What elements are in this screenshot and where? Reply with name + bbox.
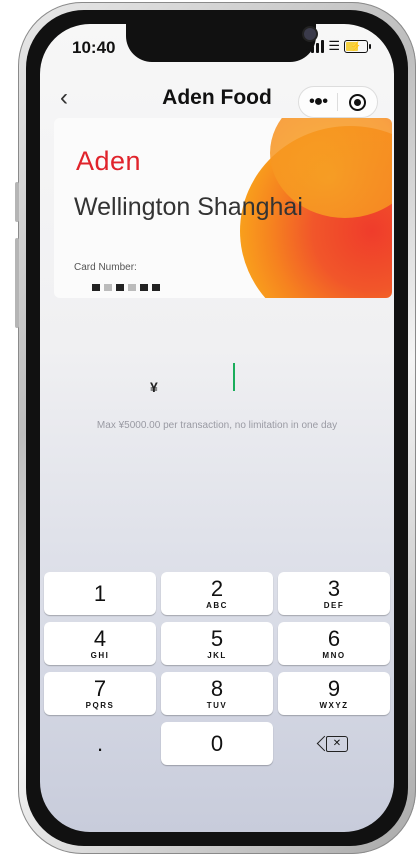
keypad-key-9[interactable]: 9 WXYZ [278,672,390,715]
key-digit: . [96,730,104,756]
signal-icon [306,39,325,53]
more-dots-icon[interactable]: •●• [299,93,337,111]
wifi-icon: ☰ [328,38,340,53]
keypad-key-5[interactable]: 5 JKL [161,622,273,665]
currency-symbol: ¥ [150,379,158,395]
payment-card: Aden Wellington Shanghai Card Number: [54,118,392,298]
key-letters: JKL [207,650,227,660]
status-icons: ☰ ⚡ [306,38,371,54]
limit-hint: Max ¥5000.00 per transaction, no limitat… [96,420,338,431]
phone-frame: 10:40 ☰ ⚡ ‹ Aden Food •●• Aden Wellingto… [15,2,416,854]
key-digit: 1 [93,580,107,606]
key-letters: DEF [323,600,345,610]
keypad-key-4[interactable]: 4 GHI [44,622,156,665]
delete-key[interactable]: ✕ [278,722,390,765]
key-digit: 6 [327,625,341,651]
battery-icon: ⚡ [344,39,371,53]
status-time: 10:40 [72,38,116,57]
miniprogram-capsule: •●• [298,86,378,118]
keypad-key-0[interactable]: 0 [161,722,273,765]
key-digit: 3 [327,575,341,601]
amount-input-cursor[interactable] [233,363,235,391]
card-brand: Aden [76,146,142,176]
key-digit: 0 [210,730,224,756]
key-digit: 8 [210,675,224,701]
key-digit: 2 [210,575,224,601]
card-number-label: Card Number: [74,262,137,273]
backspace-icon: ✕ [326,735,348,752]
card-number-masked [92,284,160,291]
side-button [15,182,19,222]
notch [126,24,316,62]
keypad-key-7[interactable]: 7 PQRS [44,672,156,715]
bezel: 10:40 ☰ ⚡ ‹ Aden Food •●• Aden Wellingto… [26,10,408,846]
key-digit: 5 [210,625,224,651]
key-letters: GHI [90,650,110,660]
keypad-key-1[interactable]: 1 [44,572,156,615]
keypad-key-dot[interactable]: . [44,722,156,765]
side-button [15,238,19,328]
keypad-key-6[interactable]: 6 MNO [278,622,390,665]
keypad-key-8[interactable]: 8 TUV [161,672,273,715]
key-letters: PQRS [85,700,115,710]
screen: 10:40 ☰ ⚡ ‹ Aden Food •●• Aden Wellingto… [40,24,394,832]
key-letters: TUV [206,700,228,710]
key-letters: MNO [322,650,346,660]
key-digit: 4 [93,625,107,651]
keypad-key-2[interactable]: 2 ABC [161,572,273,615]
target-close-icon[interactable] [338,93,376,111]
key-letters: ABC [206,600,228,610]
card-location: Wellington Shanghai [74,193,303,221]
key-digit: 7 [93,675,107,701]
key-digit: 9 [327,675,341,701]
numeric-keypad: 1 2 ABC 3 DEF 4 GHI 5 JKL 6 MNO 7 PQRS 8 TUV 9 WXYZ. 0 ✕ [44,572,390,765]
keypad-key-3[interactable]: 3 DEF [278,572,390,615]
navbar: ‹ Aden Food •●• [40,76,394,120]
key-letters: WXYZ [319,700,349,710]
